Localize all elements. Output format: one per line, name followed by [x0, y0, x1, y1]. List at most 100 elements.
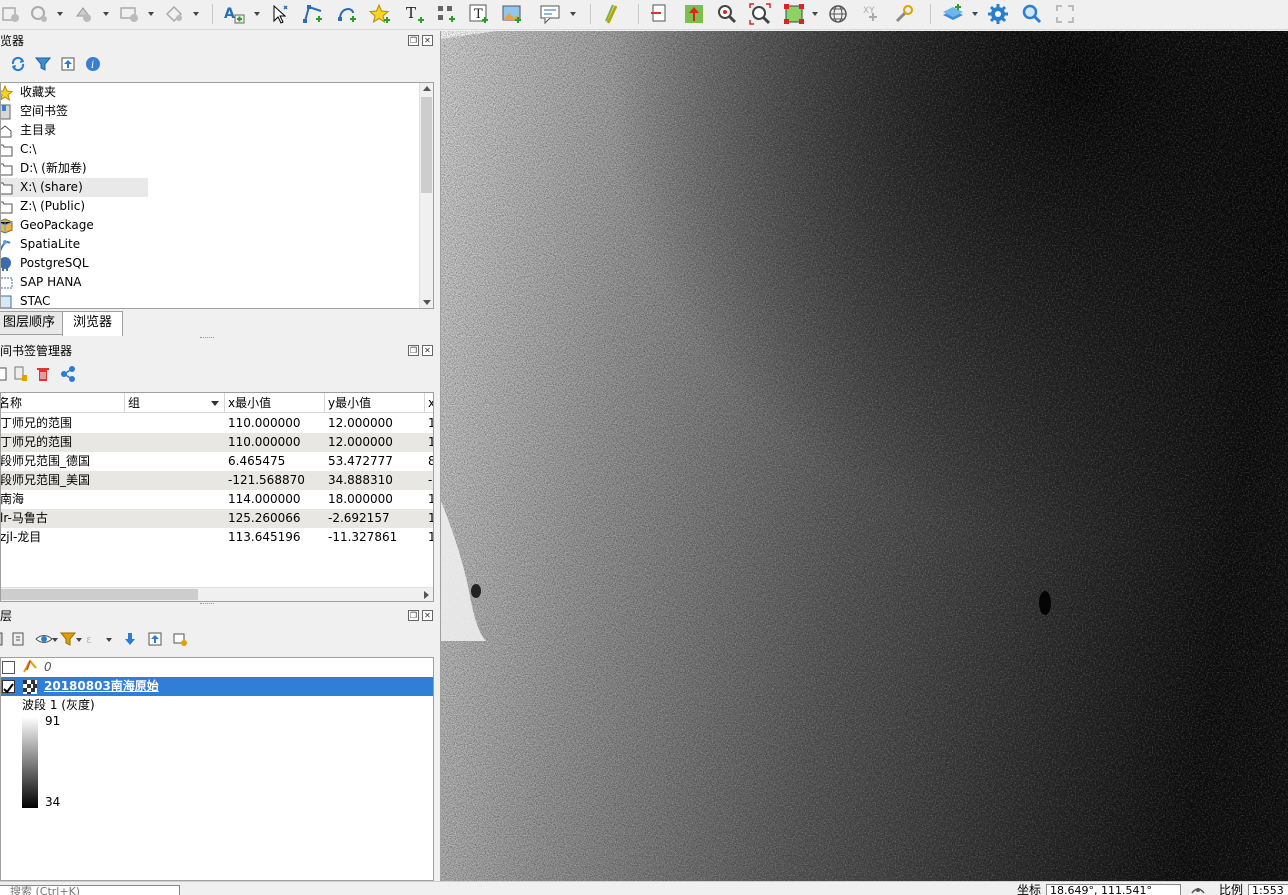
search-icon[interactable] [1020, 3, 1044, 25]
image-icon[interactable] [500, 3, 524, 25]
fullscreen-icon[interactable] [1053, 3, 1077, 25]
select-features-icon[interactable] [0, 3, 22, 25]
layer-checkbox[interactable] [2, 661, 15, 674]
browser-item[interactable]: Z:\ (Public) [1, 197, 85, 216]
float-button[interactable]: ❐ [408, 610, 419, 621]
browser-item[interactable]: 空间书签 [1, 102, 68, 121]
select-area-icon[interactable] [782, 3, 806, 25]
import-bookmark-icon[interactable] [12, 366, 28, 385]
table-row[interactable]: 段师兄范围_德国 6.465475 53.472777 8 [1, 452, 433, 471]
tab-layer-order[interactable]: 图层顺序 [0, 311, 67, 335]
node-tool-icon[interactable] [300, 3, 326, 25]
eye-icon[interactable] [35, 631, 53, 650]
browser-item-label: C:\ [20, 142, 37, 156]
tab-browser[interactable]: 浏览器 [62, 311, 124, 336]
browser-item[interactable]: D:\ (新加卷) [1, 159, 87, 178]
grayscale-ramp [22, 717, 38, 808]
layer-row-selected[interactable]: 20180803南海原始 [1, 677, 433, 696]
delete-icon[interactable] [35, 366, 51, 385]
map-canvas[interactable] [440, 31, 1288, 881]
table-row[interactable]: 段师兄范围_美国 -121.568870 34.888310 - [1, 471, 433, 490]
move-label-icon[interactable] [434, 3, 458, 25]
close-icon[interactable]: ✕ [422, 35, 433, 46]
add-group-icon[interactable] [10, 631, 26, 650]
browser-item[interactable]: PostgreSQL [1, 254, 89, 273]
share-icon[interactable] [60, 366, 76, 385]
layer-checkbox-checked[interactable] [2, 680, 15, 694]
info-icon[interactable]: i [85, 56, 101, 75]
float-button[interactable]: ❐ [408, 35, 419, 46]
browser-item[interactable]: STAC [1, 292, 50, 308]
browser-item[interactable]: 主目录 [1, 121, 56, 140]
table-row[interactable]: zjl-龙目 113.645196 -11.327861 1 [1, 528, 433, 547]
digitize-icon[interactable] [600, 3, 622, 25]
table-row[interactable]: 丁师兄的范围 110.000000 12.000000 1 [1, 433, 433, 452]
wrench-icon[interactable] [892, 3, 916, 25]
panel-splitter[interactable] [200, 603, 214, 605]
table-cell-name: 南海 [0, 492, 25, 506]
float-button[interactable]: ❐ [408, 345, 419, 356]
select-by-expression-icon[interactable] [118, 3, 140, 25]
remove-layer-icon[interactable] [172, 631, 188, 650]
svg-text:i: i [91, 60, 94, 71]
georeferencer-icon[interactable] [648, 3, 672, 25]
select-all-icon[interactable] [163, 3, 185, 25]
column-header-group[interactable]: 组 [125, 393, 225, 413]
expression-filter-icon[interactable]: ε [85, 631, 101, 650]
filter-icon[interactable] [59, 631, 77, 650]
coordinate-field[interactable]: 18.649°, 111.541° [1046, 884, 1181, 895]
xy-tool-icon[interactable]: XY [860, 3, 884, 25]
browser-item[interactable]: GeoPackage [1, 216, 94, 235]
svg-text:ε: ε [86, 633, 92, 646]
new-bookmark-icon[interactable] [0, 366, 10, 385]
layer-row[interactable]: 0 [1, 658, 433, 677]
locator-search-input[interactable]: 搜索 (Ctrl+K) [0, 885, 180, 895]
browser-item[interactable]: 收藏夹 [1, 83, 56, 102]
table-cell-xmin: 110.000000 [228, 435, 301, 449]
column-header-ymin[interactable]: y最小值 [325, 393, 425, 413]
browser-item[interactable]: X:\ (share) [1, 178, 148, 197]
close-icon[interactable]: ✕ [422, 345, 433, 356]
add-star-icon[interactable] [368, 3, 392, 25]
zoom-extent-icon[interactable] [748, 3, 772, 25]
deselect-icon[interactable] [72, 3, 94, 25]
capture-point-icon[interactable] [682, 3, 706, 25]
legend-band-label: 波段 1 (灰度) [22, 698, 95, 712]
refresh-icon[interactable] [10, 56, 26, 75]
browser-item[interactable]: SAP HANA [1, 273, 82, 292]
column-header-xmin[interactable]: x最小值 [225, 393, 325, 413]
browser-item[interactable]: SpatiaLite [1, 235, 80, 254]
table-cell-xmin: 125.260066 [228, 511, 301, 525]
collapse-all-icon[interactable] [147, 631, 163, 650]
bookmarks-hscrollbar[interactable] [1, 587, 433, 601]
zoom-in-icon[interactable] [715, 3, 739, 25]
table-cell-x: - [428, 473, 433, 487]
toggle-extents-icon[interactable] [1190, 883, 1206, 895]
identify-icon[interactable] [28, 3, 50, 25]
table-row[interactable]: lr-马鲁古 125.260066 -2.692157 1 [1, 509, 433, 528]
text-annotation-icon[interactable]: T [402, 3, 426, 25]
column-header-name[interactable]: 名称 [1, 393, 125, 413]
table-cell-ymin: -11.327861 [328, 530, 398, 544]
expand-all-icon[interactable] [122, 631, 138, 650]
panel-splitter[interactable] [200, 337, 214, 339]
browser-scrollbar[interactable] [419, 83, 433, 308]
collapse-all-icon[interactable] [60, 56, 76, 75]
table-cell-name: lr-马鲁古 [0, 511, 48, 525]
vertex-tool-icon[interactable] [334, 3, 360, 25]
open-styling-icon[interactable] [0, 631, 4, 650]
filter-icon[interactable] [34, 56, 52, 75]
close-icon[interactable]: ✕ [422, 610, 433, 621]
browser-item[interactable]: C:\ [1, 140, 36, 159]
column-header-x[interactable]: x [425, 393, 433, 413]
text-box-icon[interactable]: T [467, 3, 491, 25]
label-tool-icon[interactable]: A [222, 3, 248, 25]
table-row[interactable]: 丁师兄的范围 110.000000 12.000000 1 [1, 414, 433, 433]
globe-icon[interactable] [826, 3, 850, 25]
edit-pointer-icon[interactable] [267, 3, 291, 25]
scale-field[interactable]: 1:553 [1248, 884, 1288, 895]
layer-stack-icon[interactable] [940, 3, 966, 25]
settings-gear-icon[interactable] [986, 3, 1010, 25]
tips-icon[interactable] [538, 3, 564, 25]
table-row[interactable]: 南海 114.000000 18.000000 1 [1, 490, 433, 509]
